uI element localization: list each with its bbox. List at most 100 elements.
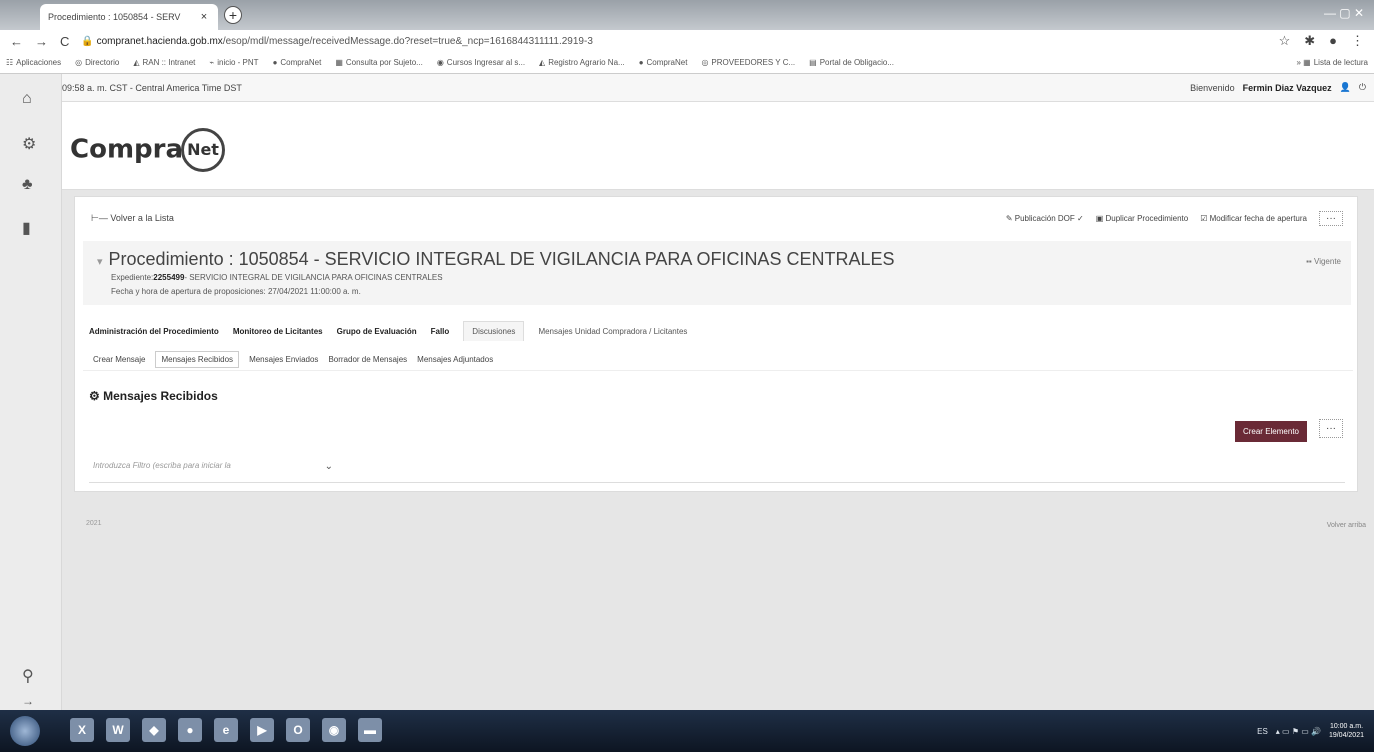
bookmark-item[interactable]: ◭ RAN :: Intranet xyxy=(133,58,195,67)
url-host: compranet.hacienda.gob.mx xyxy=(96,35,223,47)
expediente-line: Expediente:2255499- SERVICIO INTEGRAL DE… xyxy=(111,273,443,282)
forward-arrow-icon[interactable]: → xyxy=(35,34,48,49)
files-icon[interactable]: ▮ xyxy=(22,218,31,238)
media-icon[interactable]: ▶ xyxy=(250,718,274,742)
bookmarks-bar: ☷ Aplicaciones ◎ Directorio ◭ RAN :: Intran… xyxy=(0,52,1374,74)
subtab-mensajes-enviados[interactable]: Mensajes Enviados xyxy=(249,355,318,364)
modificar-fecha-button[interactable]: ☑ Modificar fecha de apertura xyxy=(1200,214,1307,223)
outlook-icon[interactable]: O xyxy=(286,718,310,742)
crear-elemento-button[interactable]: Crear Elemento xyxy=(1234,421,1307,442)
tab-fallo[interactable]: Fallo xyxy=(431,327,450,336)
bookmark-item[interactable]: ● CompraNet xyxy=(639,58,688,67)
footer-year: 2021 xyxy=(86,520,102,527)
tray-icons[interactable]: ▴ ▭ ⚑ ▭ 🔊 xyxy=(1276,727,1321,736)
subtab-crear-mensaje[interactable]: Crear Mensaje xyxy=(93,355,145,364)
process-icon[interactable]: ⚙ xyxy=(22,134,36,154)
star-icon[interactable]: ☆ xyxy=(1279,33,1291,49)
back-to-list-link[interactable]: ⊢— Volver a la Lista xyxy=(91,213,174,224)
sub-tabs: Crear Mensaje Mensajes Recibidos Mensaje… xyxy=(83,349,1353,371)
bookmark-item[interactable]: ● CompraNet xyxy=(273,58,322,67)
globe-icon: ◎ xyxy=(75,58,83,67)
grid-icon: ☷ xyxy=(6,58,14,67)
power-icon[interactable]: ⏻ xyxy=(1359,82,1366,93)
compranet-logo[interactable]: Compra Net xyxy=(70,128,226,172)
chrome-icon[interactable]: ◉ xyxy=(322,718,346,742)
procedure-summary: ▾ Procedimiento : 1050854 - SERVICIO INTE… xyxy=(83,241,1351,305)
ie-icon[interactable]: e xyxy=(214,718,238,742)
language-indicator[interactable]: ES xyxy=(1257,727,1268,736)
bookmark-item[interactable]: ▦ Consulta por Sujeto... xyxy=(335,58,423,67)
app-icon[interactable]: ◆ xyxy=(142,718,166,742)
reading-list-icon: » ▦ xyxy=(1296,58,1311,67)
folder-icon[interactable]: ▬ xyxy=(358,718,382,742)
subtab-borrador[interactable]: Borrador de Mensajes xyxy=(328,355,407,364)
duplicar-button[interactable]: ▣ Duplicar Procedimiento xyxy=(1096,214,1188,223)
bookmark-item[interactable]: ◉ Cursos Ingresar al s... xyxy=(437,58,525,67)
status-badge: ▪▪ Vigente xyxy=(1306,257,1341,266)
publicacion-dof-button[interactable]: ✎ Publicación DOF ✓ xyxy=(1006,214,1084,223)
windows-taskbar: X W ◆ ● e ▶ O ◉ ▬ ES ▴ ▭ ⚑ ▭ 🔊 10:00 a.m… xyxy=(0,710,1374,752)
chevron-down-icon: ⌄ xyxy=(324,461,333,472)
tab-monitoreo[interactable]: Monitoreo de Licitantes xyxy=(233,327,323,336)
welcome-prefix: Bienvenido xyxy=(1190,82,1235,93)
org-icon[interactable]: ♣ xyxy=(22,176,33,194)
welcome-area: Bienvenido Fermin Diaz Vazquez 👤 ⏻ xyxy=(1190,82,1366,93)
dot-icon: ● xyxy=(272,58,278,67)
bookmark-item[interactable]: ◎ Directorio xyxy=(75,58,119,67)
reload-icon[interactable]: C xyxy=(60,34,69,49)
doc-icon: ▤ xyxy=(809,58,817,67)
tab-discusiones[interactable]: Discusiones xyxy=(463,321,525,341)
procedure-card: ⊢— Volver a la Lista ✎ Publicación DOF ✓… xyxy=(74,196,1358,492)
home-icon[interactable]: ⌂ xyxy=(22,90,32,108)
close-icon[interactable]: × xyxy=(198,11,210,23)
reading-list[interactable]: » ▦ Lista de lectura xyxy=(1297,58,1369,67)
menu-icon[interactable]: ⋮ xyxy=(1351,33,1364,49)
url-field[interactable]: 🔒 compranet.hacienda.gob.mx/esop/mdl/mes… xyxy=(81,36,1266,47)
start-button[interactable] xyxy=(10,716,40,746)
window-controls[interactable]: — ▢ ✕ xyxy=(1324,6,1364,20)
globe-icon: ◎ xyxy=(701,58,709,67)
logo-band: Compra Net xyxy=(62,102,1374,190)
subtab-adjuntados[interactable]: Mensajes Adjuntados xyxy=(417,355,493,364)
filter-input[interactable]: Introduzca Filtro (escriba para iniciar … xyxy=(93,461,333,472)
procedure-title[interactable]: ▾ Procedimiento : 1050854 - SERVICIO INTE… xyxy=(97,249,894,270)
top-header: 09:58 a. m. CST - Central America Time D… xyxy=(62,74,1374,102)
ran-icon: ◭ xyxy=(133,58,140,67)
action-bar: ✎ Publicación DOF ✓ ▣ Duplicar Procedimi… xyxy=(1006,211,1343,226)
bookmark-item[interactable]: ▤ Portal de Obligacio... xyxy=(809,58,894,67)
bookmark-item[interactable]: ◎ PROVEEDORES Y C... xyxy=(701,58,795,67)
back-arrow-icon[interactable]: ← xyxy=(10,34,23,49)
ran-icon: ◭ xyxy=(539,58,546,67)
chevron-down-icon: ▾ xyxy=(97,256,103,268)
tab-mensajes[interactable]: Mensajes Unidad Compradora / Licitantes xyxy=(538,327,687,336)
extensions-icon[interactable]: ✱ xyxy=(1304,33,1315,49)
user-icon[interactable]: 👤 xyxy=(1340,82,1351,93)
bookmark-item[interactable]: ⌁ inicio - PNT xyxy=(209,58,258,67)
doc-icon: ▦ xyxy=(335,58,343,67)
user-name: Fermin Diaz Vazquez xyxy=(1242,82,1332,93)
word-icon[interactable]: W xyxy=(106,718,130,742)
profile-icon[interactable]: ● xyxy=(1329,33,1337,49)
back-to-top-link[interactable]: Volver arriba xyxy=(1327,522,1366,529)
back-icon: ⊢— xyxy=(91,213,111,223)
browser-tab[interactable]: Procedimiento : 1050854 - SERV × xyxy=(40,4,218,30)
clock[interactable]: 10:00 a.m. 19/04/2021 xyxy=(1329,722,1364,740)
tab-grupo-evaluacion[interactable]: Grupo de Evaluación xyxy=(337,327,417,336)
more-options-button[interactable]: ··· xyxy=(1319,419,1343,438)
new-tab-button[interactable]: + xyxy=(224,6,242,24)
address-bar-row: ← → C 🔒 compranet.hacienda.gob.mx/esop/m… xyxy=(0,30,1374,52)
filter-row: Introduzca Filtro (escriba para iniciar … xyxy=(89,455,1345,483)
bookmark-item[interactable]: ☷ Aplicaciones xyxy=(6,58,61,67)
fecha-apertura: Fecha y hora de apertura de proposicione… xyxy=(111,287,361,296)
expand-icon[interactable]: → xyxy=(22,694,34,708)
main-tabs: Administración del Procedimiento Monitor… xyxy=(89,321,687,341)
app-icon[interactable]: ● xyxy=(178,718,202,742)
lock-icon: 🔒 xyxy=(81,35,97,47)
excel-icon[interactable]: X xyxy=(70,718,94,742)
search-icon[interactable]: ⚲ xyxy=(22,666,34,686)
dot-icon: ● xyxy=(638,58,644,67)
bookmark-item[interactable]: ◭ Registro Agrario Na... xyxy=(539,58,625,67)
tab-administracion[interactable]: Administración del Procedimiento xyxy=(89,327,219,336)
more-actions-button[interactable]: ··· xyxy=(1319,211,1343,226)
subtab-mensajes-recibidos[interactable]: Mensajes Recibidos xyxy=(155,351,240,368)
